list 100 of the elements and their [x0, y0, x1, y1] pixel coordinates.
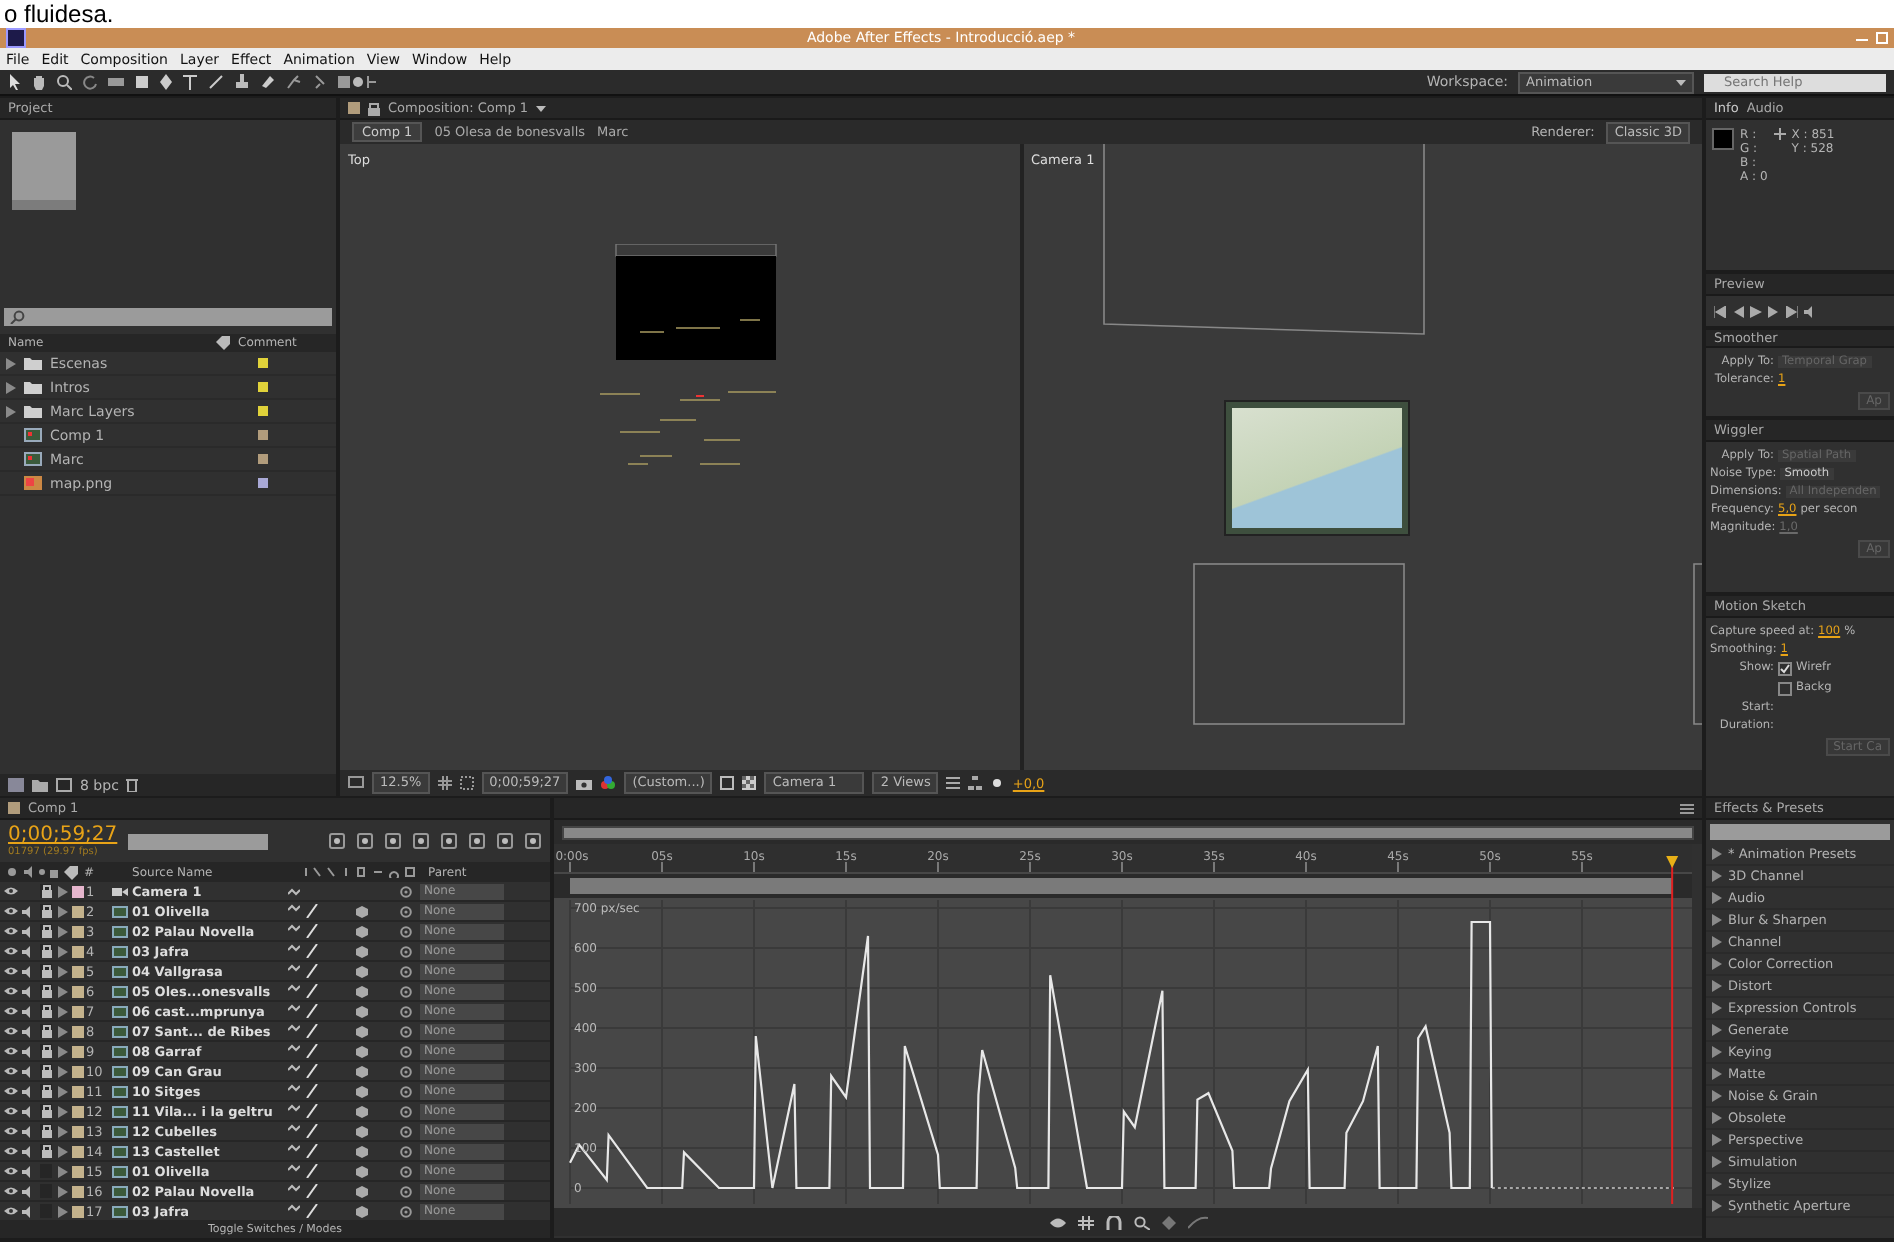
pen-icon[interactable]	[160, 74, 172, 90]
rectangle-icon[interactable]	[134, 74, 150, 90]
effects-search-field[interactable]	[1710, 824, 1890, 840]
eye-icon[interactable]	[4, 1106, 18, 1116]
speaker-icon[interactable]	[1804, 305, 1816, 317]
eye-icon[interactable]	[4, 1126, 18, 1136]
lock-switch[interactable]	[40, 1144, 52, 1158]
eye-icon[interactable]	[4, 906, 18, 916]
eye-icon[interactable]	[4, 1086, 18, 1096]
grid-icon[interactable]	[1077, 1215, 1093, 1229]
maximize-icon[interactable]	[1876, 32, 1888, 44]
eye-icon[interactable]	[4, 1186, 18, 1196]
lock-icon	[41, 904, 51, 918]
eye-icon[interactable]	[4, 986, 18, 996]
snapshot-camera-icon[interactable]	[576, 776, 593, 790]
label-tag-icon	[64, 865, 78, 879]
lock-icon	[41, 944, 51, 958]
layer-search-field[interactable]	[127, 833, 268, 849]
caret-icon	[1676, 79, 1686, 85]
eye-icon[interactable]	[4, 1066, 18, 1076]
region-icon[interactable]	[720, 776, 735, 790]
lock-icon	[41, 884, 51, 898]
panel-menu-icon[interactable]	[1680, 803, 1694, 813]
lock-switch[interactable]	[40, 1024, 52, 1038]
eye-icon[interactable]	[4, 946, 18, 956]
lock-switch[interactable]	[40, 884, 52, 898]
axis-mode-icon[interactable]	[338, 74, 378, 90]
lock-switch[interactable]	[40, 1084, 52, 1098]
lock-switch[interactable]	[40, 904, 52, 918]
eye-icon[interactable]	[4, 886, 18, 896]
eye-icon[interactable]	[4, 1146, 18, 1156]
zoom-icon[interactable]	[56, 74, 72, 90]
eye-icon[interactable]	[4, 1046, 18, 1056]
stamp-icon[interactable]	[234, 74, 250, 90]
new-composition-icon[interactable]	[56, 778, 72, 792]
caret-icon[interactable]	[536, 105, 547, 111]
play-icon[interactable]	[1750, 305, 1762, 317]
speed-curve[interactable]	[569, 920, 1493, 1190]
text-icon[interactable]	[182, 74, 198, 90]
rgb-channels-icon[interactable]	[600, 776, 617, 790]
lock-switch[interactable]	[40, 924, 52, 938]
zoom-to-fit-icon[interactable]	[1133, 1215, 1149, 1229]
eye-icon[interactable]	[4, 966, 18, 976]
previous-frame-icon[interactable]	[1732, 305, 1744, 317]
bezier-handle-icon[interactable]	[1187, 1215, 1207, 1229]
exposure-icon[interactable]	[990, 776, 1005, 790]
roto-brush-icon[interactable]	[286, 74, 302, 90]
lock-icon	[41, 1104, 51, 1118]
lock-icon	[41, 1024, 51, 1038]
first-frame-icon[interactable]	[1714, 305, 1726, 317]
keyframe-icon[interactable]	[1161, 1215, 1175, 1229]
magnet-icon[interactable]	[1105, 1215, 1121, 1229]
color-swatch	[1712, 128, 1734, 150]
lock-icon[interactable]	[368, 101, 380, 115]
playhead[interactable]	[1666, 856, 1679, 1205]
checkbox[interactable]	[1778, 661, 1792, 676]
trash-icon[interactable]	[126, 778, 139, 792]
layout-icon[interactable]	[946, 776, 961, 790]
label-tag-icon	[216, 336, 230, 350]
last-frame-icon[interactable]	[1786, 305, 1798, 317]
app-logo	[6, 28, 26, 48]
new-folder-icon[interactable]	[32, 778, 48, 792]
brush-icon[interactable]	[208, 74, 224, 90]
mask-icon[interactable]	[459, 776, 474, 790]
eye-icon[interactable]	[4, 1166, 18, 1176]
eraser-icon[interactable]	[260, 74, 276, 90]
image-icon	[24, 476, 42, 490]
selection-arrow-icon[interactable]	[8, 74, 22, 90]
lock-switch[interactable]	[40, 944, 52, 958]
search-icon	[10, 310, 26, 324]
puppet-pin-icon[interactable]	[312, 74, 328, 90]
preview-thumbnail	[12, 132, 76, 210]
lock-icon	[41, 1004, 51, 1018]
checkerboard-icon[interactable]	[742, 776, 757, 790]
grid-icon[interactable]	[437, 776, 452, 790]
eye-icon[interactable]	[4, 926, 18, 936]
eye-icon[interactable]	[4, 1026, 18, 1036]
comp-color-swatch	[348, 102, 360, 114]
lock-switch[interactable]	[40, 1004, 52, 1018]
rotate-icon[interactable]	[82, 74, 98, 90]
flowchart-icon[interactable]	[968, 776, 983, 790]
project-search-field[interactable]	[4, 308, 332, 326]
eye-icon[interactable]	[4, 1006, 18, 1016]
time-navigator-bar[interactable]	[562, 825, 1694, 839]
comp-color-swatch	[8, 802, 20, 814]
monitor-icon[interactable]	[348, 776, 364, 790]
lock-switch[interactable]	[40, 1044, 52, 1058]
next-frame-icon[interactable]	[1768, 305, 1780, 317]
hand-icon[interactable]	[32, 74, 46, 90]
eye-icon[interactable]	[1049, 1215, 1065, 1229]
current-time[interactable]: 0;00;59;27	[8, 824, 118, 846]
checkbox[interactable]	[1778, 681, 1792, 696]
lock-switch[interactable]	[40, 984, 52, 998]
crosshair-icon	[1773, 128, 1786, 140]
lock-switch[interactable]	[40, 1124, 52, 1138]
lock-switch[interactable]	[40, 964, 52, 978]
eye-icon[interactable]	[4, 1206, 18, 1216]
lock-icon	[41, 1044, 51, 1058]
lock-switch[interactable]	[40, 1064, 52, 1078]
lock-switch[interactable]	[40, 1104, 52, 1118]
